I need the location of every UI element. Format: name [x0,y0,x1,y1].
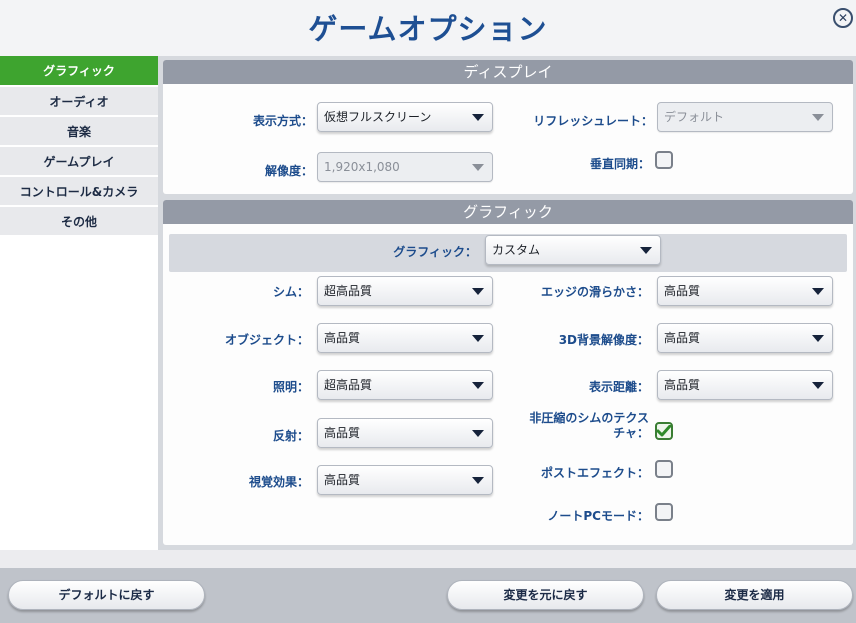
effects-label: 視覚効果： [248,475,309,489]
view-distance-dropdown[interactable]: 高品質 [657,370,833,400]
display-mode-dropdown[interactable]: 仮想フルスクリーン [317,102,493,132]
sidebar-item-label: ゲームプレイ [43,154,115,169]
sidebar-item-controls-camera[interactable]: コントロール&カメラ [0,177,158,205]
main-content: ディスプレイ 表示方式： 仮想フルスクリーン リフレッシュレート： デフォルト … [158,56,856,550]
footer-strip [0,550,856,568]
graphics-preset-value: カスタム [492,243,541,257]
sidebar: グラフィック オーディオ 音楽 ゲームプレイ コントロール&カメラ その他 [0,56,158,550]
sidebar-item-label: グラフィック [43,64,115,78]
close-icon: ✕ [837,11,849,25]
bg3d-resolution-dropdown[interactable]: 高品質 [657,323,833,353]
edge-smoothing-label: エッジの滑らかさ： [540,285,649,299]
view-distance-label: 表示距離： [588,380,649,394]
display-mode-label: 表示方式： [252,114,313,128]
sims-value: 超高品質 [324,284,373,298]
chevron-down-icon [472,288,484,295]
display-mode-value: 仮想フルスクリーン [324,110,432,124]
post-effects-checkbox[interactable] [655,460,673,478]
uncompressed-textures-label-line1: 非圧縮のシムのテクス [529,411,649,425]
title-bar: ゲームオプション ✕ [0,0,856,56]
reflections-label: 反射： [272,429,309,443]
lighting-value: 超高品質 [324,378,373,392]
sidebar-item-other[interactable]: その他 [0,207,158,235]
uncompressed-textures-label: 非圧縮のシムのテクス チャ： [529,411,649,441]
bg3d-resolution-value: 高品質 [664,331,701,345]
refresh-rate-dropdown[interactable]: デフォルト [657,102,833,132]
display-panel: ディスプレイ 表示方式： 仮想フルスクリーン リフレッシュレート： デフォルト … [163,60,853,194]
chevron-down-icon [472,164,484,171]
resolution-label: 解像度： [264,164,313,178]
edge-smoothing-dropdown[interactable]: 高品質 [657,276,833,306]
graphics-preset-row: グラフィック： カスタム [169,234,847,272]
chevron-down-icon [472,430,484,437]
resolution-value: 1,920x1,080 [324,160,400,174]
resolution-dropdown[interactable]: 1,920x1,080 [317,152,493,182]
display-header: ディスプレイ [163,60,853,84]
checkmark-icon [657,425,671,437]
objects-label: オブジェクト： [224,333,309,347]
objects-dropdown[interactable]: 高品質 [317,323,493,353]
laptop-mode-label: ノートPCモード： [547,509,649,523]
view-distance-value: 高品質 [664,378,701,392]
lighting-dropdown[interactable]: 超高品質 [317,370,493,400]
sims-label: シム： [272,285,309,299]
graphics-header: グラフィック [163,200,853,224]
chevron-down-icon [812,382,824,389]
window-title: ゲームオプション [308,12,548,46]
sidebar-item-label: オーディオ [49,94,109,109]
chevron-down-icon [472,382,484,389]
chevron-down-icon [812,288,824,295]
uncompressed-textures-label-line2: チャ： [613,426,649,440]
chevron-down-icon [472,477,484,484]
graphics-preset-label: グラフィック： [393,245,477,259]
uncompressed-textures-checkbox[interactable] [655,422,673,440]
restore-defaults-button[interactable]: デフォルトに戻す [8,580,205,610]
effects-value: 高品質 [324,473,361,487]
sidebar-item-gameplay[interactable]: ゲームプレイ [0,147,158,175]
bg3d-resolution-label: 3D背景解像度： [558,333,649,347]
sidebar-item-label: 音楽 [66,124,91,139]
post-effects-label: ポストエフェクト： [540,466,649,480]
graphics-preset-dropdown[interactable]: カスタム [485,235,661,265]
sidebar-item-audio[interactable]: オーディオ [0,87,158,115]
close-button[interactable]: ✕ [833,8,853,28]
chevron-down-icon [812,114,824,121]
refresh-rate-value: デフォルト [664,110,725,124]
apply-changes-button[interactable]: 変更を適用 [656,580,853,610]
chevron-down-icon [640,247,652,254]
graphics-panel: グラフィック グラフィック： カスタム シム： 超高品質 オブジェクト： 高品質… [163,200,853,545]
sidebar-item-music[interactable]: 音楽 [0,117,158,145]
reflections-value: 高品質 [324,426,361,440]
chevron-down-icon [472,114,484,121]
chevron-down-icon [812,335,824,342]
vsync-label: 垂直同期： [589,157,650,171]
sims-dropdown[interactable]: 超高品質 [317,276,493,306]
refresh-rate-label: リフレッシュレート： [533,114,653,128]
sidebar-item-label: その他 [60,214,97,229]
vsync-checkbox[interactable] [655,151,673,169]
chevron-down-icon [472,335,484,342]
effects-dropdown[interactable]: 高品質 [317,465,493,495]
laptop-mode-checkbox[interactable] [655,503,673,521]
revert-changes-button[interactable]: 変更を元に戻す [447,580,644,610]
sidebar-item-label: コントロール&カメラ [19,184,139,199]
lighting-label: 照明： [272,380,309,394]
sidebar-item-graphics[interactable]: グラフィック [0,56,158,85]
objects-value: 高品質 [324,331,361,345]
edge-smoothing-value: 高品質 [664,284,701,298]
reflections-dropdown[interactable]: 高品質 [317,418,493,448]
